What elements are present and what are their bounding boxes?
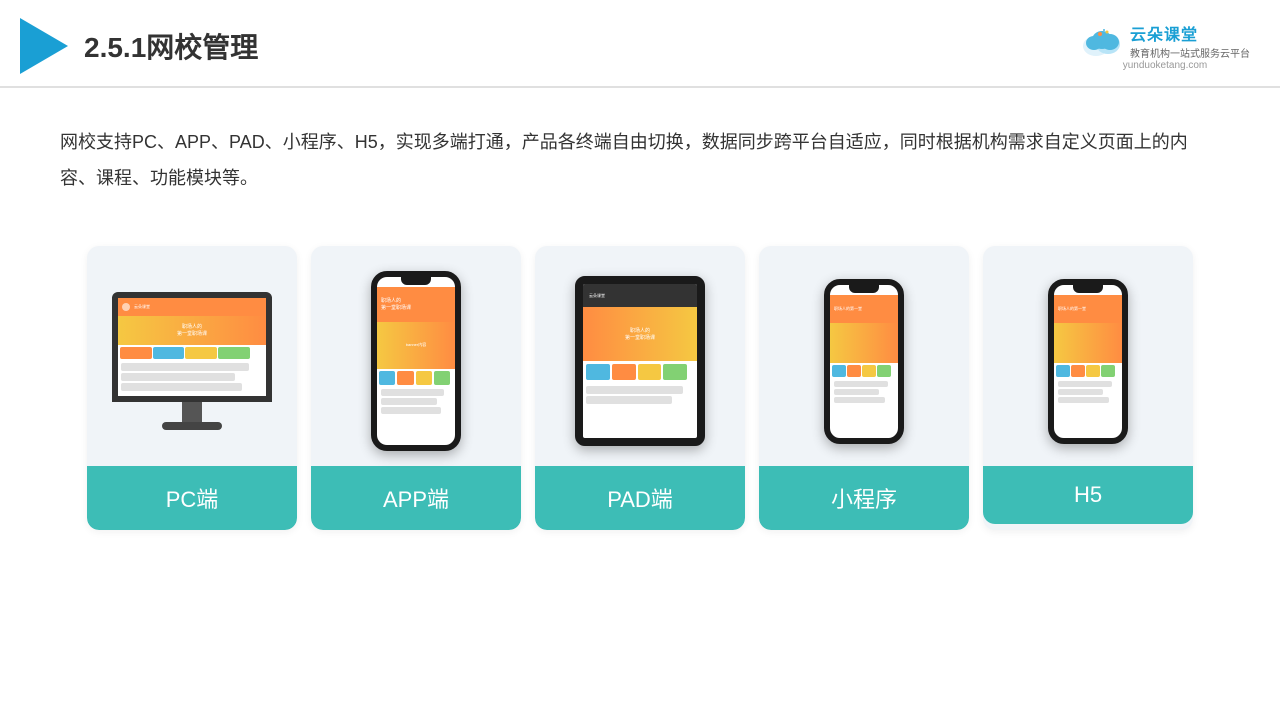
header-right: 云朵课堂 教育机构一站式服务云平台 yunduoketang.com <box>1080 21 1250 71</box>
card-h5-image: 职场人的第一堂 <box>983 246 1193 466</box>
card-pad-image: 云朵课堂 职场人的第一堂职场课 <box>535 246 745 466</box>
card-pc: 云朵课堂 职场人的第一堂职场课 <box>87 246 297 530</box>
card-h5: 职场人的第一堂 <box>983 246 1193 530</box>
page-header: 2.5.1网校管理 云朵课堂 教育机构一站式服务云平台 yunduoketang… <box>0 0 1280 88</box>
pad-tablet-icon: 云朵课堂 职场人的第一堂职场课 <box>575 276 705 446</box>
miniapp-phone-icon: 职场人的第一堂 <box>824 279 904 444</box>
card-pad: 云朵课堂 职场人的第一堂职场课 <box>535 246 745 530</box>
card-app-label: APP端 <box>311 466 521 530</box>
brand-url: yunduoketang.com <box>1123 60 1208 71</box>
pc-monitor-icon: 云朵课堂 职场人的第一堂职场课 <box>112 292 272 430</box>
card-h5-label: H5 <box>983 466 1193 524</box>
card-pc-image: 云朵课堂 职场人的第一堂职场课 <box>87 246 297 466</box>
card-app: 职场人的第一堂职场课 banner内容 <box>311 246 521 530</box>
card-miniapp-label: 小程序 <box>759 466 969 530</box>
cards-container: 云朵课堂 职场人的第一堂职场课 <box>0 226 1280 560</box>
card-pc-label: PC端 <box>87 466 297 530</box>
cloud-icon <box>1080 26 1124 56</box>
card-app-image: 职场人的第一堂职场课 banner内容 <box>311 246 521 466</box>
card-miniapp-image: 职场人的第一堂 <box>759 246 969 466</box>
card-pad-label: PAD端 <box>535 466 745 530</box>
description-text: 网校支持PC、APP、PAD、小程序、H5，实现多端打通，产品各终端自由切换，数… <box>0 88 1280 216</box>
brand-name: 云朵课堂 <box>1130 21 1198 45</box>
description-content: 网校支持PC、APP、PAD、小程序、H5，实现多端打通，产品各终端自由切换，数… <box>60 132 1188 188</box>
logo-triangle-icon <box>20 18 68 74</box>
app-phone-icon: 职场人的第一堂职场课 banner内容 <box>371 271 461 451</box>
brand-logo: 云朵课堂 教育机构一站式服务云平台 <box>1080 21 1250 60</box>
header-left: 2.5.1网校管理 <box>20 18 258 74</box>
brand-text: 云朵课堂 教育机构一站式服务云平台 <box>1130 21 1250 60</box>
card-miniapp: 职场人的第一堂 <box>759 246 969 530</box>
brand-slogan: 教育机构一站式服务云平台 <box>1130 45 1250 60</box>
h5-phone-icon: 职场人的第一堂 <box>1048 279 1128 444</box>
page-title: 2.5.1网校管理 <box>84 26 258 66</box>
